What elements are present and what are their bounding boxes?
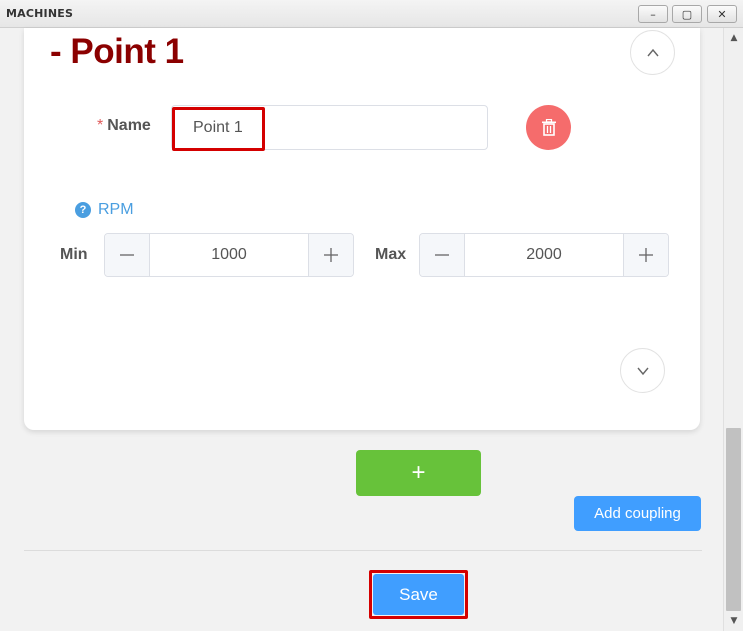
scroll-up-button[interactable]: ▲ (724, 30, 743, 46)
collapse-button[interactable] (630, 30, 675, 75)
min-decrement-button[interactable] (105, 234, 150, 276)
arrow-down-icon: ▼ (730, 616, 738, 626)
delete-point-button[interactable] (526, 105, 571, 150)
close-button[interactable]: ✕ (707, 5, 737, 23)
window-titlebar[interactable]: MACHINES – ▢ ✕ (0, 0, 743, 28)
close-icon: ✕ (717, 7, 727, 21)
question-circle-icon[interactable]: ? (75, 202, 91, 218)
scroll-thumb[interactable] (726, 428, 741, 611)
min-label: Min (60, 246, 88, 263)
vertical-scrollbar[interactable]: ▲ ▼ (723, 28, 743, 631)
chevron-up-icon (646, 48, 659, 56)
max-decrement-button[interactable] (420, 234, 465, 276)
max-label: Max (375, 246, 407, 263)
min-rpm-value[interactable]: 1000 (150, 234, 308, 276)
required-mark: * (97, 117, 104, 134)
rpm-section-label: ? RPM (75, 201, 134, 219)
maximize-button[interactable]: ▢ (672, 5, 702, 23)
minimize-icon: – (650, 7, 656, 21)
add-coupling-button[interactable]: Add coupling (574, 496, 701, 531)
scroll-down-button[interactable]: ▼ (724, 613, 743, 629)
expand-button[interactable] (620, 348, 665, 393)
max-rpm-value[interactable]: 2000 (465, 234, 623, 276)
trash-icon (541, 119, 556, 136)
add-point-button[interactable]: + (356, 450, 481, 496)
max-rpm-stepper[interactable]: 2000 (419, 233, 669, 277)
plus-icon (639, 248, 653, 262)
save-button[interactable]: Save (373, 574, 464, 615)
point-card: - Point 1 *Name Point 1 ? RPM Min 1000 (24, 28, 700, 430)
min-increment-button[interactable] (308, 234, 353, 276)
footer-divider (24, 550, 702, 551)
plus-icon (324, 248, 338, 262)
name-label: * Name (97, 117, 151, 135)
rpm-label-text: RPM (98, 201, 134, 218)
max-increment-button[interactable] (623, 234, 668, 276)
plus-icon: + (411, 459, 426, 486)
chevron-down-icon (636, 367, 649, 375)
maximize-icon: ▢ (681, 7, 693, 21)
name-input-value: Point 1 (193, 118, 243, 136)
name-input[interactable]: Point 1 (171, 105, 488, 150)
arrow-up-icon: ▲ (730, 33, 738, 43)
minus-icon (120, 254, 134, 256)
name-label-text: Name (107, 117, 151, 134)
point-title: - Point 1 (50, 32, 184, 71)
window-title: MACHINES (6, 7, 74, 20)
minimize-button[interactable]: – (638, 5, 668, 23)
min-rpm-stepper[interactable]: 1000 (104, 233, 354, 277)
minus-icon (435, 254, 449, 256)
